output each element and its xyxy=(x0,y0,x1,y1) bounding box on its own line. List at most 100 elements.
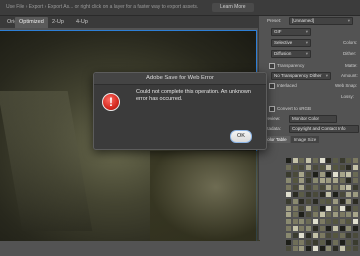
color-swatch[interactable] xyxy=(353,212,358,218)
color-swatch[interactable] xyxy=(312,192,318,197)
color-swatch[interactable] xyxy=(306,219,312,225)
color-swatch[interactable] xyxy=(299,246,305,252)
color-swatch[interactable] xyxy=(286,158,291,163)
color-swatch[interactable] xyxy=(326,226,332,231)
color-swatch[interactable] xyxy=(292,164,298,170)
transparency-checkbox-row[interactable]: Transparency xyxy=(269,62,304,69)
color-swatch[interactable] xyxy=(332,164,338,170)
color-swatch[interactable] xyxy=(326,198,332,204)
color-swatch[interactable] xyxy=(306,212,312,218)
color-swatch[interactable] xyxy=(326,192,332,197)
color-swatch[interactable] xyxy=(353,164,358,170)
color-swatch[interactable] xyxy=(339,164,345,170)
color-swatch[interactable] xyxy=(346,232,352,238)
interlaced-checkbox[interactable] xyxy=(269,82,275,89)
color-swatch[interactable] xyxy=(319,212,325,218)
color-swatch[interactable] xyxy=(339,198,345,204)
tab-image-size[interactable]: Image Size xyxy=(290,136,320,143)
color-swatch[interactable] xyxy=(339,158,345,163)
color-swatch[interactable] xyxy=(346,158,352,163)
color-swatch[interactable] xyxy=(319,192,325,197)
color-swatch[interactable] xyxy=(286,192,291,197)
color-swatch[interactable] xyxy=(299,185,305,191)
color-swatch[interactable] xyxy=(292,205,298,211)
color-swatch[interactable] xyxy=(312,158,318,163)
color-swatch[interactable] xyxy=(326,185,332,191)
color-swatch[interactable] xyxy=(326,178,332,184)
color-swatch[interactable] xyxy=(299,212,305,218)
color-swatch[interactable] xyxy=(346,246,352,252)
color-swatch[interactable] xyxy=(286,219,291,225)
color-swatch[interactable] xyxy=(299,178,305,184)
color-swatch[interactable] xyxy=(346,171,352,177)
tab-4-up[interactable]: 4-Up xyxy=(72,17,92,28)
color-swatch[interactable] xyxy=(312,198,318,204)
dither-select[interactable]: Diffusion ▾ xyxy=(271,50,311,58)
color-swatch[interactable] xyxy=(319,171,325,177)
color-swatch[interactable] xyxy=(319,158,325,163)
color-swatch[interactable] xyxy=(339,171,345,177)
color-swatch[interactable] xyxy=(339,239,345,245)
color-swatch[interactable] xyxy=(339,212,345,218)
color-swatch[interactable] xyxy=(292,178,298,184)
color-swatch[interactable] xyxy=(346,178,352,184)
color-swatch[interactable] xyxy=(339,232,345,238)
color-swatch[interactable] xyxy=(306,246,312,252)
color-swatch[interactable] xyxy=(286,239,291,245)
color-swatch[interactable] xyxy=(292,219,298,225)
color-swatch[interactable] xyxy=(292,185,298,191)
color-swatch[interactable] xyxy=(332,212,338,218)
tab-2-up[interactable]: 2-Up xyxy=(48,17,68,28)
color-swatch[interactable] xyxy=(353,232,358,238)
color-swatch[interactable] xyxy=(319,239,325,245)
color-swatch[interactable] xyxy=(319,178,325,184)
color-swatch[interactable] xyxy=(286,185,291,191)
color-swatch[interactable] xyxy=(312,219,318,225)
color-swatch[interactable] xyxy=(299,198,305,204)
color-swatch[interactable] xyxy=(346,226,352,231)
color-swatch[interactable] xyxy=(299,164,305,170)
color-swatch[interactable] xyxy=(299,205,305,211)
color-swatch[interactable] xyxy=(306,226,312,231)
convert-srgb-checkbox[interactable] xyxy=(269,105,275,112)
color-reduction-select[interactable]: Selective ▾ xyxy=(271,39,311,47)
color-swatch[interactable] xyxy=(306,164,312,170)
ok-button[interactable]: OK xyxy=(230,130,252,143)
color-swatch[interactable] xyxy=(286,226,291,231)
color-swatch[interactable] xyxy=(319,164,325,170)
color-swatch[interactable] xyxy=(319,205,325,211)
tab-optimized[interactable]: Optimized xyxy=(15,17,48,28)
color-swatch[interactable] xyxy=(306,232,312,238)
color-swatch[interactable] xyxy=(306,178,312,184)
color-swatch[interactable] xyxy=(326,219,332,225)
color-swatch[interactable] xyxy=(306,205,312,211)
color-swatch[interactable] xyxy=(292,239,298,245)
color-swatch[interactable] xyxy=(339,192,345,197)
color-swatch[interactable] xyxy=(319,226,325,231)
color-swatch[interactable] xyxy=(286,164,291,170)
color-swatch[interactable] xyxy=(332,185,338,191)
color-swatch[interactable] xyxy=(312,246,318,252)
color-swatch[interactable] xyxy=(332,226,338,231)
color-swatch[interactable] xyxy=(353,198,358,204)
color-swatch[interactable] xyxy=(312,164,318,170)
color-swatch[interactable] xyxy=(299,171,305,177)
color-swatch[interactable] xyxy=(292,246,298,252)
color-swatch[interactable] xyxy=(299,219,305,225)
color-swatch[interactable] xyxy=(292,212,298,218)
color-swatch[interactable] xyxy=(332,192,338,197)
convert-srgb-row[interactable]: Convert to sRGB xyxy=(269,105,311,112)
color-swatch[interactable] xyxy=(332,205,338,211)
color-swatch[interactable] xyxy=(292,232,298,238)
color-swatch[interactable] xyxy=(326,205,332,211)
color-swatch[interactable] xyxy=(326,232,332,238)
color-swatch[interactable] xyxy=(319,198,325,204)
color-swatch[interactable] xyxy=(319,185,325,191)
color-swatch[interactable] xyxy=(353,192,358,197)
color-swatch[interactable] xyxy=(339,219,345,225)
preview-select[interactable]: Monitor Color xyxy=(289,115,337,123)
color-swatch[interactable] xyxy=(292,192,298,197)
color-swatch[interactable] xyxy=(353,185,358,191)
color-swatch[interactable] xyxy=(312,178,318,184)
color-swatch[interactable] xyxy=(292,226,298,231)
